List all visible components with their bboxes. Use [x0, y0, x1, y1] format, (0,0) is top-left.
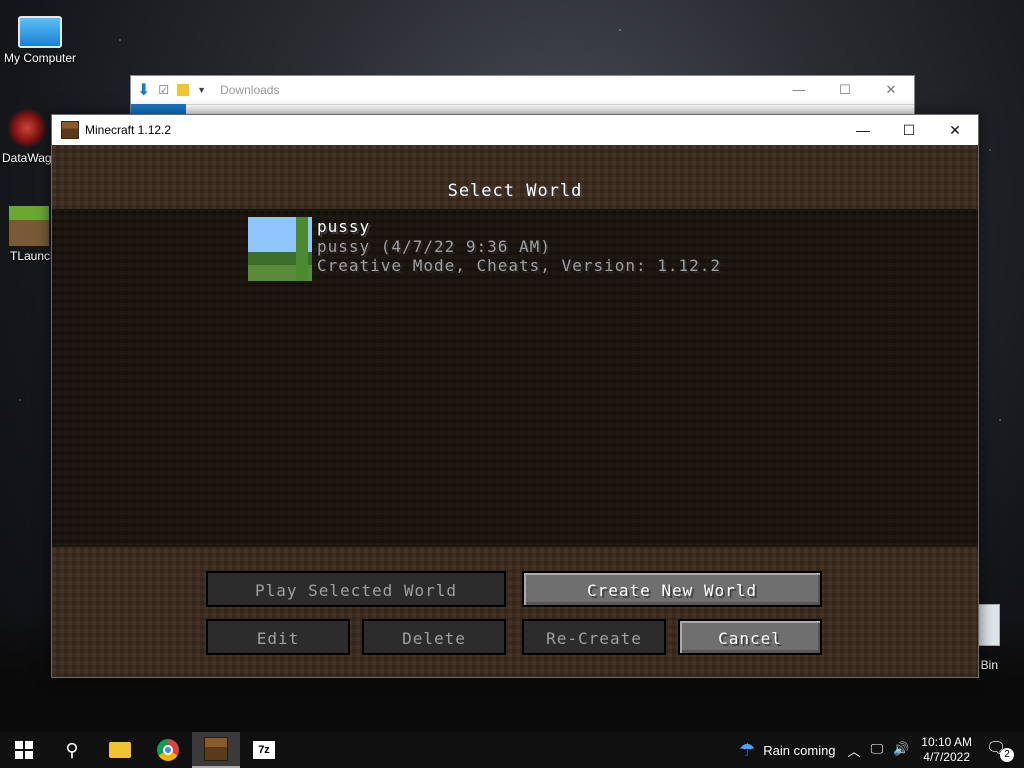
delete-button[interactable]: Delete	[362, 619, 506, 655]
datawag-icon	[7, 108, 47, 148]
explorer-titlebar: ⬇ ☑ ▼ Downloads — ☐ ✕	[131, 76, 914, 105]
thumbnail-cactus	[296, 217, 308, 281]
network-icon[interactable]: 🖵	[871, 741, 884, 760]
download-arrow-icon: ⬇	[137, 82, 151, 99]
world-name: pussy	[317, 217, 371, 236]
explorer-title: Downloads	[220, 83, 280, 97]
weather-widget[interactable]: ☂ Rain coming	[739, 740, 835, 761]
world-thumbnail[interactable]	[248, 217, 312, 281]
recreate-button[interactable]: Re-Create	[522, 619, 666, 655]
minecraft-titlebar: Minecraft 1.12.2 — ☐ ✕	[52, 115, 978, 145]
minecraft-logo-icon	[61, 121, 79, 139]
play-selected-world-button[interactable]: Play Selected World	[206, 571, 506, 607]
desktop-icon-my-computer[interactable]: My Computer	[0, 10, 80, 65]
create-new-world-button[interactable]: Create New World	[522, 571, 822, 607]
minecraft-icon	[204, 737, 228, 761]
minimize-button[interactable]: —	[776, 82, 822, 98]
clock-time: 10:10 AM	[921, 735, 972, 749]
weather-text: Rain coming	[763, 742, 836, 758]
screen-title: Select World	[447, 181, 583, 201]
minimize-button[interactable]: —	[840, 115, 886, 145]
world-details: Creative Mode, Cheats, Version: 1.12.2	[317, 256, 722, 275]
taskbar-file-explorer[interactable]	[96, 732, 144, 768]
quick-access-dropdown-icon[interactable]: ▼	[197, 85, 206, 95]
chrome-icon	[157, 739, 179, 761]
world-list-item[interactable]: pussy pussy (4/7/22 9:36 AM) Creative Mo…	[248, 217, 721, 281]
tlauncher-icon	[9, 206, 49, 246]
edit-button[interactable]: Edit	[206, 619, 350, 655]
taskbar-7zip[interactable]: 7z	[240, 732, 288, 768]
taskbar-minecraft[interactable]	[192, 732, 240, 768]
folder-icon[interactable]	[177, 84, 190, 96]
chevron-up-icon[interactable]: ︿	[848, 741, 861, 760]
volume-icon[interactable]: 🔊	[893, 741, 909, 760]
clock[interactable]: 10:10 AM 4/7/2022	[921, 735, 972, 765]
start-button[interactable]	[0, 732, 48, 768]
clock-date: 4/7/2022	[923, 750, 970, 764]
search-button[interactable]: ⚲	[48, 732, 96, 768]
search-icon: ⚲	[65, 739, 79, 760]
world-folder-date: pussy (4/7/22 9:36 AM)	[317, 237, 551, 256]
windows-logo-icon	[15, 741, 33, 759]
desktop-icon-label: My Computer	[3, 51, 77, 65]
folder-icon	[109, 742, 131, 758]
window-title: Minecraft 1.12.2	[85, 123, 172, 137]
umbrella-icon: ☂	[739, 739, 756, 760]
taskbar-chrome[interactable]	[144, 732, 192, 768]
7zip-icon: 7z	[253, 741, 275, 759]
minecraft-window[interactable]: Minecraft 1.12.2 — ☐ ✕ Select World puss…	[51, 114, 979, 678]
properties-icon[interactable]: ☑	[158, 83, 169, 97]
cancel-button[interactable]: Cancel	[678, 619, 822, 655]
notification-center-button[interactable]: 🗨 2	[986, 738, 1014, 762]
taskbar: ⚲ 7z ☂ Rain coming ︿ 🖵 🔊 10:10 AM 4/7/20…	[0, 732, 1024, 768]
footer-dirt-background	[52, 547, 978, 677]
computer-icon	[18, 16, 62, 48]
maximize-button[interactable]: ☐	[822, 82, 868, 98]
close-button[interactable]: ✕	[868, 82, 914, 98]
notification-count-badge: 2	[1000, 748, 1014, 762]
system-tray: ☂ Rain coming ︿ 🖵 🔊 10:10 AM 4/7/2022 🗨 …	[739, 732, 1024, 768]
close-button[interactable]: ✕	[932, 115, 978, 145]
maximize-button[interactable]: ☐	[886, 115, 932, 145]
